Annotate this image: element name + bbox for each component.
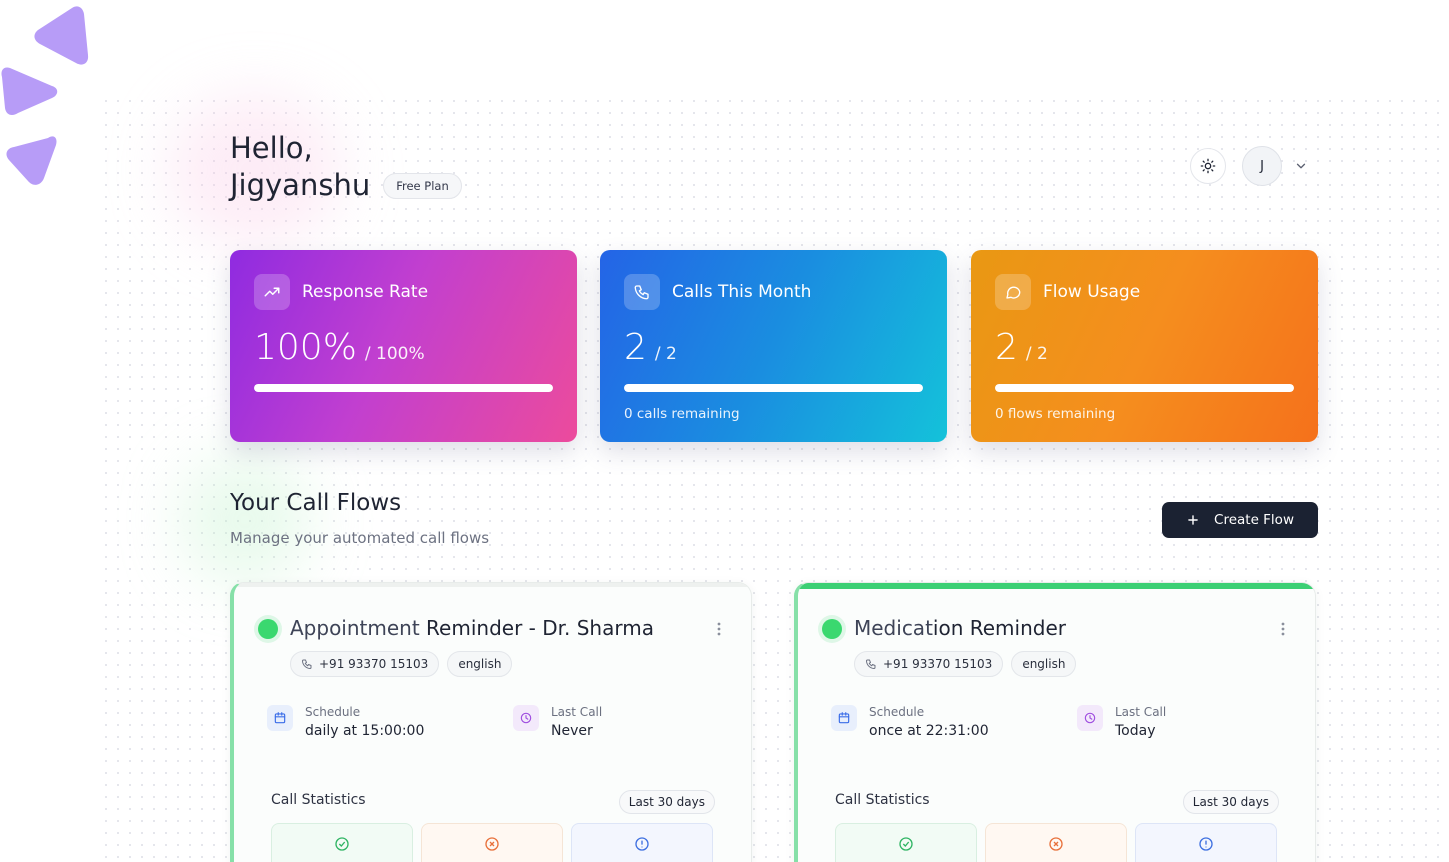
more-options-button[interactable] (717, 621, 721, 640)
stat-total: / 2 (654, 344, 677, 364)
progress-fill (995, 384, 1294, 392)
flow-card[interactable]: Medication Reminder +91 93370 15103 engl… (794, 582, 1316, 862)
schedule-info: Schedule once at 22:31:00 (831, 705, 989, 739)
stat-pending-tile (571, 823, 713, 862)
card-top-border (234, 583, 751, 587)
stat-subtitle: 0 flows remaining (995, 406, 1116, 422)
avatar[interactable]: J (1242, 146, 1282, 186)
plan-badge: Free Plan (383, 173, 462, 199)
user-name-row: Jigyanshu Free Plan (230, 166, 462, 204)
chat-icon (995, 274, 1031, 310)
schedule-value: daily at 15:00:00 (305, 723, 425, 739)
stat-title: Flow Usage (1043, 282, 1141, 302)
alert-circle-icon (635, 837, 649, 851)
x-circle-icon (1049, 837, 1063, 851)
date-range-badge[interactable]: Last 30 days (1182, 790, 1279, 814)
stat-pending-tile (1135, 823, 1277, 862)
progress-bar (254, 384, 553, 392)
flow-card[interactable]: Appointment Reminder - Dr. Sharma +91 93… (230, 582, 752, 862)
progress-bar (995, 384, 1294, 392)
last-call-info: Last Call Today (1077, 705, 1166, 739)
phone-number: +91 93370 15103 (883, 657, 993, 671)
calendar-icon (267, 705, 293, 731)
stat-title: Calls This Month (672, 282, 812, 302)
stat-card-flow-usage: Flow Usage 2 / 2 0 flows remaining (971, 250, 1318, 442)
clock-icon (1077, 705, 1103, 731)
plus-icon (1188, 515, 1198, 525)
last-call-value: Today (1115, 723, 1156, 739)
phone-icon (624, 274, 660, 310)
kebab-icon (717, 622, 721, 636)
stat-total: / 100% (364, 344, 425, 364)
create-flow-label: Create Flow (1214, 512, 1294, 528)
stat-subtitle: 0 calls remaining (624, 406, 740, 422)
language-tag: english (1011, 651, 1077, 677)
flow-title-part: ion Reminder (932, 616, 1066, 640)
clock-icon (513, 705, 539, 731)
stat-value: 2 (995, 327, 1018, 368)
stat-total: / 2 (1025, 344, 1048, 364)
card-top-border (798, 583, 1315, 589)
alert-circle-icon (1199, 837, 1213, 851)
stat-card-response-rate: Response Rate 100% / 100% (230, 250, 577, 442)
greeting-text: Hello, (230, 131, 313, 165)
progress-bar (624, 384, 923, 392)
language-tag: english (447, 651, 513, 677)
stat-title: Response Rate (302, 282, 429, 302)
status-indicator (258, 619, 278, 639)
more-options-button[interactable] (1281, 621, 1285, 640)
flow-title[interactable]: Appointment Reminder - Dr. Sharma (290, 616, 654, 640)
phone-number: +91 93370 15103 (319, 657, 429, 671)
stat-success-tile (271, 823, 413, 862)
status-indicator (822, 619, 842, 639)
section-subtitle: Manage your automated call flows (230, 529, 490, 547)
schedule-label: Schedule (869, 705, 925, 719)
schedule-label: Schedule (305, 705, 361, 719)
call-statistics-label: Call Statistics (835, 792, 930, 808)
last-call-label: Last Call (1115, 705, 1167, 719)
logo-icon (1, 6, 89, 185)
user-name: Jigyanshu (230, 168, 371, 202)
date-range-badge[interactable]: Last 30 days (618, 790, 715, 814)
call-statistics-label: Call Statistics (271, 792, 366, 808)
progress-fill (624, 384, 923, 392)
flow-title-part: Reminder - Dr. Sharma (419, 616, 654, 640)
progress-fill (254, 384, 553, 392)
calendar-icon (831, 705, 857, 731)
top-bar: J (1190, 146, 1308, 186)
last-call-label: Last Call (551, 705, 603, 719)
sun-icon (1200, 158, 1216, 174)
stat-card-calls-this-month: Calls This Month 2 / 2 0 calls remaining (600, 250, 947, 442)
flow-title-part: Medicat (854, 616, 933, 640)
theme-toggle-button[interactable] (1190, 148, 1226, 184)
check-circle-icon (335, 837, 349, 851)
last-call-info: Last Call Never (513, 705, 602, 739)
stat-value: 2 (624, 327, 647, 368)
trending-up-icon (254, 274, 290, 310)
section-title: Your Call Flows (230, 490, 402, 516)
phone-icon (866, 659, 876, 669)
flow-title[interactable]: Medication Reminder (854, 616, 1066, 640)
stat-failed-tile (421, 823, 563, 862)
schedule-info: Schedule daily at 15:00:00 (267, 705, 424, 739)
phone-icon (302, 659, 312, 669)
check-circle-icon (899, 837, 913, 851)
stat-failed-tile (985, 823, 1127, 862)
schedule-value: once at 22:31:00 (869, 723, 989, 739)
account-menu-toggle[interactable] (1294, 159, 1308, 173)
last-call-value: Never (551, 723, 593, 739)
kebab-icon (1281, 622, 1285, 636)
phone-tag: +91 93370 15103 (290, 651, 440, 677)
chevron-down-icon (1296, 163, 1306, 169)
stat-value: 100% (254, 327, 357, 368)
flow-title-part: Appointment (290, 616, 420, 640)
x-circle-icon (485, 837, 499, 851)
create-flow-button[interactable]: Create Flow (1162, 502, 1318, 538)
phone-tag: +91 93370 15103 (854, 651, 1004, 677)
stat-success-tile (835, 823, 977, 862)
